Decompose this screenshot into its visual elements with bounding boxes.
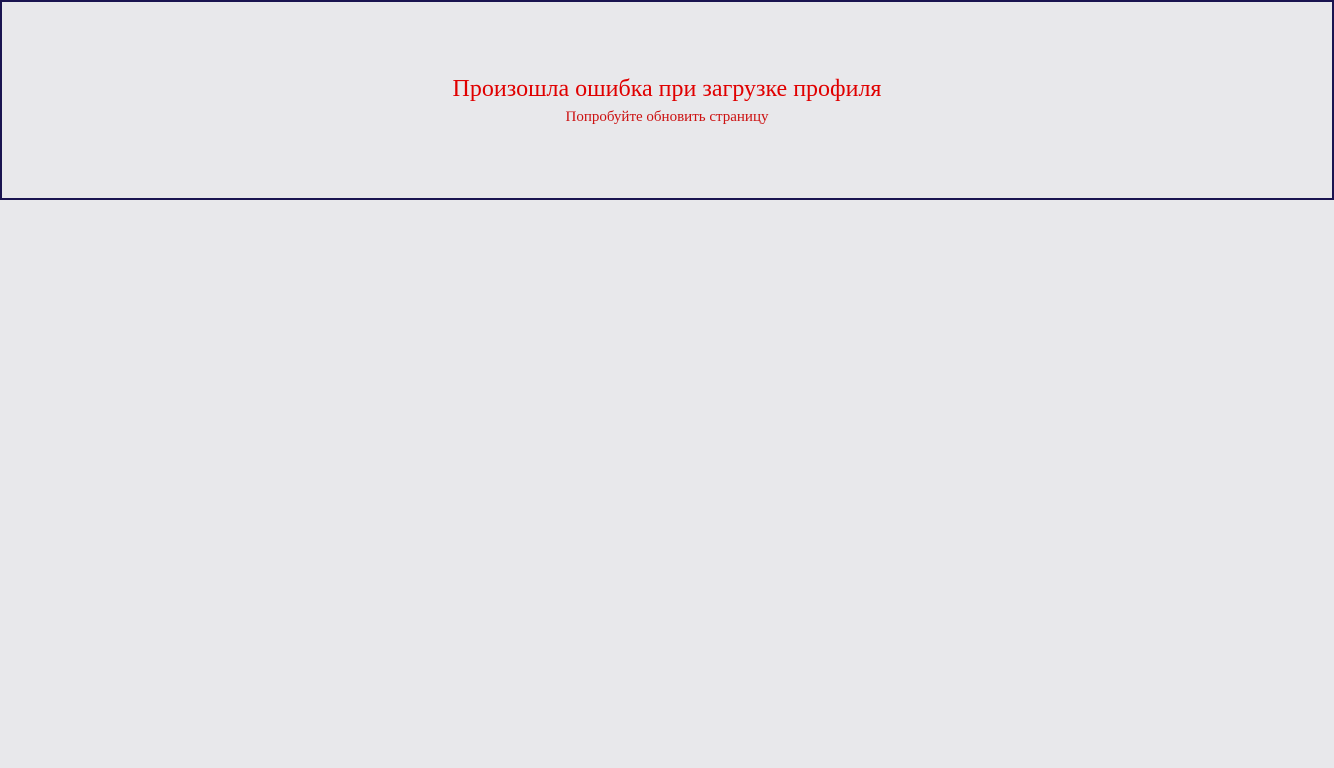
error-title: Произошла ошибка при загрузке профиля [452,76,882,102]
error-subtitle: Попробуйте обновить страницу [565,109,769,125]
error-panel: Произошла ошибка при загрузке профиля По… [0,0,1334,200]
